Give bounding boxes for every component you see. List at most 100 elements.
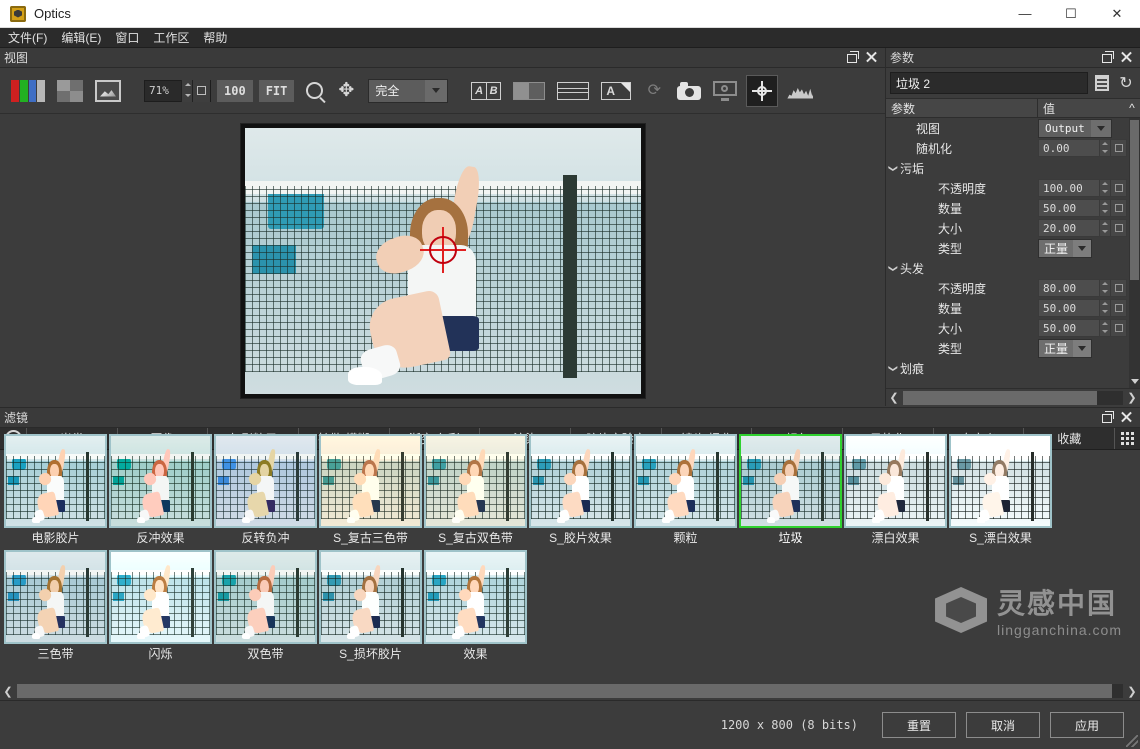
- filter-preview-image[interactable]: [739, 434, 842, 528]
- scroll-up-icon[interactable]: ^: [1124, 99, 1140, 117]
- filter-thumbnail[interactable]: 漂白效果: [844, 434, 947, 548]
- preset-name-input[interactable]: 垃圾 2: [890, 72, 1088, 94]
- filter-thumbnail[interactable]: S_复古双色带: [424, 434, 527, 548]
- parameter-number-input[interactable]: 20.00: [1038, 219, 1100, 237]
- fit-image-button[interactable]: [92, 77, 124, 105]
- filter-preview-image[interactable]: [319, 434, 422, 528]
- parameter-row[interactable]: 大小20.00: [886, 218, 1129, 238]
- scroll-right-icon[interactable]: ❯: [1124, 390, 1140, 406]
- chevron-down-icon[interactable]: ❯: [888, 361, 899, 375]
- params-float-icon[interactable]: [1102, 51, 1115, 64]
- parameter-stepper[interactable]: [1100, 319, 1111, 337]
- parameter-reset-icon[interactable]: [1111, 179, 1127, 197]
- zoom-stepper[interactable]: [181, 80, 192, 102]
- filter-thumbnail[interactable]: 垃圾: [739, 434, 842, 548]
- parameter-number-input[interactable]: 50.00: [1038, 299, 1100, 317]
- scrollbar-thumb[interactable]: [1130, 120, 1139, 280]
- fit-mode-select[interactable]: 完全: [368, 79, 448, 103]
- vertical-split-button[interactable]: [510, 77, 548, 105]
- parameter-reset-icon[interactable]: [1111, 139, 1127, 157]
- filter-preview-image[interactable]: [424, 550, 527, 644]
- filter-thumbnail[interactable]: S_损坏胶片: [319, 550, 422, 664]
- filter-thumbnail[interactable]: 反转负冲: [214, 434, 317, 548]
- zoom-fit-button[interactable]: FIT: [259, 80, 295, 102]
- refresh-button[interactable]: ⟳: [640, 77, 668, 105]
- parameter-row[interactable]: 大小50.00: [886, 318, 1129, 338]
- filters-scroll-left-icon[interactable]: ❮: [0, 683, 16, 699]
- menu-window[interactable]: 窗口: [115, 29, 139, 46]
- parameter-row[interactable]: 随机化0.00: [886, 138, 1129, 158]
- checkerboard-button[interactable]: [54, 77, 86, 105]
- parameter-row[interactable]: ❯头发: [886, 258, 1129, 278]
- maximize-button[interactable]: ☐: [1048, 0, 1094, 28]
- center-target-button[interactable]: [746, 75, 778, 107]
- filter-preview-image[interactable]: [844, 434, 947, 528]
- menu-workspace[interactable]: 工作区: [153, 29, 189, 46]
- params-close-icon[interactable]: [1121, 51, 1134, 64]
- parameter-row[interactable]: 数量50.00: [886, 298, 1129, 318]
- parameter-reset-icon[interactable]: [1111, 219, 1127, 237]
- filter-preview-image[interactable]: [214, 550, 317, 644]
- view-close-icon[interactable]: [866, 51, 879, 64]
- scroll-down-icon[interactable]: [1129, 374, 1140, 388]
- reset-button[interactable]: 重置: [882, 712, 956, 738]
- cancel-button[interactable]: 取消: [966, 712, 1040, 738]
- preview-image[interactable]: [245, 128, 641, 394]
- parameter-select[interactable]: 正量: [1038, 339, 1092, 358]
- filter-thumbnail[interactable]: S_复古三色带: [319, 434, 422, 548]
- annotation-button[interactable]: A: [598, 77, 634, 105]
- parameter-row[interactable]: ❯划痕: [886, 358, 1129, 378]
- parameter-stepper[interactable]: [1100, 279, 1111, 297]
- magnifier-button[interactable]: [300, 77, 328, 105]
- filter-thumbnail[interactable]: 电影胶片: [4, 434, 107, 548]
- ab-compare-button[interactable]: A B: [468, 77, 504, 105]
- parameter-row[interactable]: 视图Output: [886, 118, 1129, 138]
- parameter-number-input[interactable]: 50.00: [1038, 199, 1100, 217]
- filter-preview-image[interactable]: [949, 434, 1052, 528]
- filters-horizontal-scrollbar[interactable]: ❮ ❯: [0, 682, 1140, 700]
- apply-button[interactable]: 应用: [1050, 712, 1124, 738]
- image-canvas-area[interactable]: [0, 115, 885, 406]
- filter-thumbnail[interactable]: 三色带: [4, 550, 107, 664]
- parameter-row[interactable]: 不透明度80.00: [886, 278, 1129, 298]
- parameters-horizontal-scrollbar[interactable]: ❮ ❯: [886, 388, 1140, 406]
- parameter-number-input[interactable]: 0.00: [1038, 139, 1100, 157]
- snapshot-button[interactable]: [674, 77, 704, 105]
- menu-file[interactable]: 文件(F): [8, 29, 47, 46]
- parameter-row[interactable]: 不透明度100.00: [886, 178, 1129, 198]
- filters-hscroll-track[interactable]: [17, 684, 1123, 698]
- filter-thumbnail[interactable]: S_漂白效果: [949, 434, 1052, 548]
- horizontal-split-button[interactable]: [554, 77, 592, 105]
- filter-preview-image[interactable]: [319, 550, 422, 644]
- parameter-number-input[interactable]: 80.00: [1038, 279, 1100, 297]
- parameter-reset-icon[interactable]: [1111, 279, 1127, 297]
- filter-preview-image[interactable]: [4, 434, 107, 528]
- parameter-number-input[interactable]: 100.00: [1038, 179, 1100, 197]
- parameter-row[interactable]: 数量50.00: [886, 198, 1129, 218]
- filter-preview-image[interactable]: [109, 550, 212, 644]
- parameter-number-input[interactable]: 50.00: [1038, 319, 1100, 337]
- filters-float-icon[interactable]: [1102, 411, 1115, 424]
- filter-thumbnail[interactable]: 效果: [424, 550, 527, 664]
- filter-thumbnail[interactable]: 反冲效果: [109, 434, 212, 548]
- parameter-stepper[interactable]: [1100, 219, 1111, 237]
- filters-close-icon[interactable]: [1121, 411, 1134, 424]
- screen-capture-button[interactable]: [710, 77, 740, 105]
- close-button[interactable]: ✕: [1094, 0, 1140, 28]
- parameter-reset-icon[interactable]: [1111, 299, 1127, 317]
- parameters-vertical-scrollbar[interactable]: [1129, 118, 1140, 388]
- parameter-reset-icon[interactable]: [1111, 199, 1127, 217]
- save-preset-button[interactable]: [1092, 73, 1112, 93]
- parameter-row[interactable]: 类型正量: [886, 238, 1129, 258]
- view-output-select[interactable]: Output: [1038, 119, 1112, 138]
- zoom-100-button[interactable]: 100: [217, 80, 253, 102]
- parameter-row[interactable]: ❯污垢: [886, 158, 1129, 178]
- view-float-icon[interactable]: [847, 51, 860, 64]
- scroll-left-icon[interactable]: ❮: [886, 390, 902, 406]
- chevron-down-icon[interactable]: ❯: [888, 161, 899, 175]
- zoom-field[interactable]: 71%: [144, 80, 211, 102]
- filter-thumbnail[interactable]: 双色带: [214, 550, 317, 664]
- filters-scroll-right-icon[interactable]: ❯: [1124, 683, 1140, 699]
- rgb-channels-button[interactable]: [8, 77, 48, 105]
- reset-preset-button[interactable]: ↻: [1116, 73, 1136, 93]
